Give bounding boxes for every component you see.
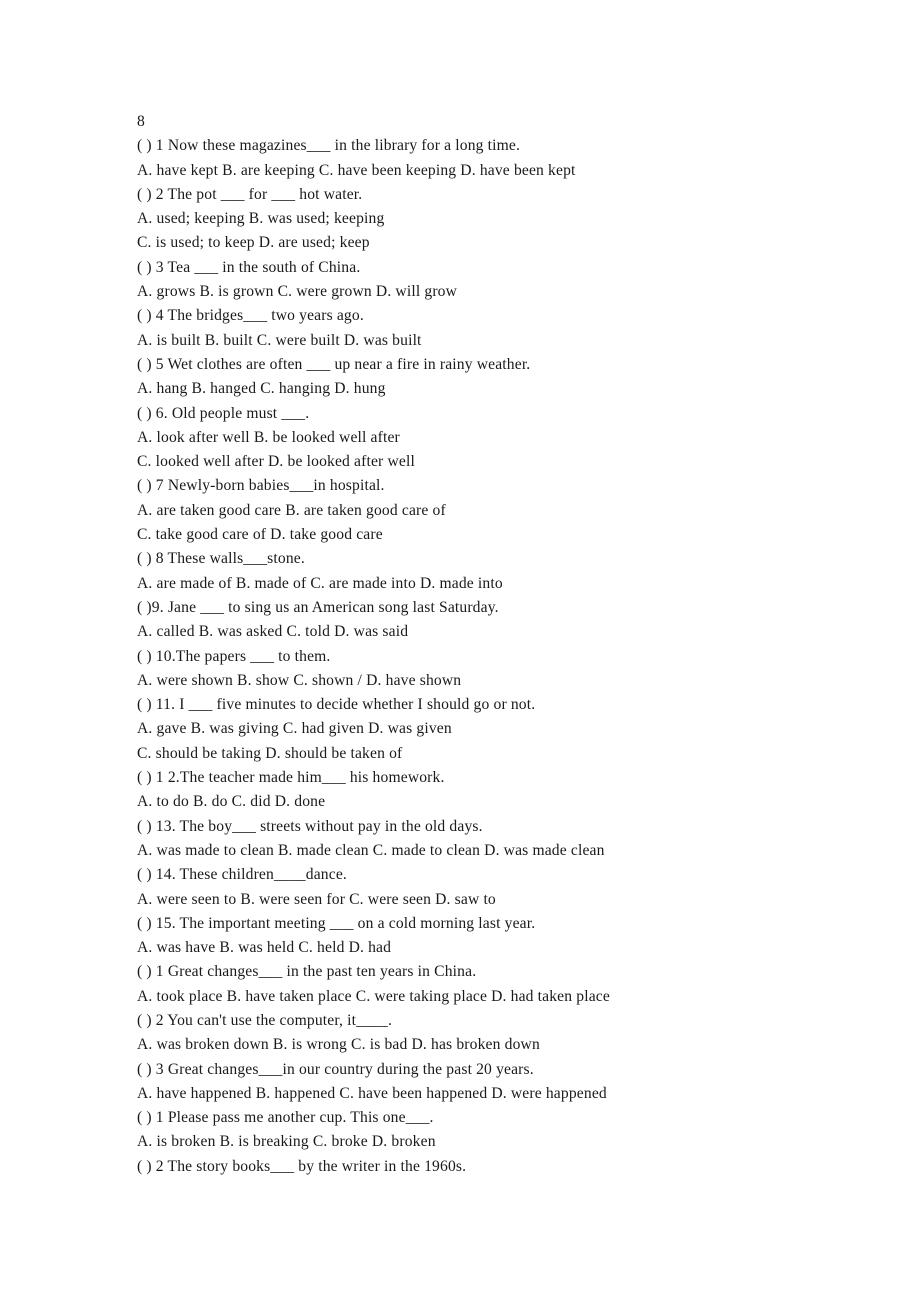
document-line: ( ) 15. The important meeting ___ on a c… <box>137 914 536 932</box>
document-line: A. hang B. hanged C. hanging D. hung <box>137 380 386 398</box>
document-page: 8 ( ) 1 Now these magazines___ in the li… <box>0 0 920 1302</box>
document-line: ( ) 2 You can't use the computer, it____… <box>137 1011 393 1029</box>
document-line: ( ) 8 These walls___stone. <box>137 550 305 568</box>
document-line: A. have happened B. happened C. have bee… <box>137 1084 607 1102</box>
document-line: A. were seen to B. were seen for C. were… <box>137 890 496 908</box>
document-line: ( ) 6. Old people must ___. <box>137 404 310 422</box>
document-line: ( ) 4 The bridges___ two years ago. <box>137 307 364 325</box>
document-line: A. to do B. do C. did D. done <box>137 793 326 811</box>
document-line: ( ) 2 The pot ___ for ___ hot water. <box>137 185 363 203</box>
document-line: A. were shown B. show C. shown / D. have… <box>137 671 462 689</box>
document-line: C. is used; to keep D. are used; keep <box>137 234 370 252</box>
document-line: ( ) 2 The story books___ by the writer i… <box>137 1157 467 1175</box>
document-line: A. called B. was asked C. told D. was sa… <box>137 623 409 641</box>
document-line: A. gave B. was giving C. had given D. wa… <box>137 720 452 738</box>
document-line: ( ) 5 Wet clothes are often ___ up near … <box>137 355 531 373</box>
document-line: ( ) 13. The boy___ streets without pay i… <box>137 817 483 835</box>
document-line: A. took place B. have taken place C. wer… <box>137 987 610 1005</box>
document-line: A. grows B. is grown C. were grown D. wi… <box>137 283 458 301</box>
question-list: ( ) 1 Now these magazines___ in the libr… <box>137 134 837 1179</box>
document-line: A. was made to clean B. made clean C. ma… <box>137 841 605 859</box>
document-line: ( ) 1 2.The teacher made him___ his home… <box>137 769 445 787</box>
document-line: A. was broken down B. is wrong C. is bad… <box>137 1036 540 1054</box>
document-line: C. take good care of D. take good care <box>137 526 383 544</box>
document-line: C. should be taking D. should be taken o… <box>137 744 403 762</box>
document-line: A. are made of B. made of C. are made in… <box>137 574 503 592</box>
document-line: ( ) 1 Please pass me another cup. This o… <box>137 1109 434 1127</box>
document-line: ( ) 1 Now these magazines___ in the libr… <box>137 137 521 155</box>
document-line: ( ) 7 Newly-born babies___in hospital. <box>137 477 385 495</box>
page-number: 8 <box>137 113 145 130</box>
document-line: A. used; keeping B. was used; keeping <box>137 210 385 228</box>
document-line: ( ) 1 Great changes___ in the past ten y… <box>137 963 477 981</box>
document-line: ( )9. Jane ___ to sing us an American so… <box>137 598 499 616</box>
document-line: A. is broken B. is breaking C. broke D. … <box>137 1133 436 1151</box>
document-text-body: 8 ( ) 1 Now these magazines___ in the li… <box>137 110 837 1179</box>
document-line: ( ) 11. I ___ five minutes to decide whe… <box>137 696 536 714</box>
document-line: ( ) 14. These children____dance. <box>137 866 347 884</box>
document-line: C. looked well after D. be looked after … <box>137 453 415 471</box>
document-line: A. are taken good care B. are taken good… <box>137 501 446 519</box>
document-line: ( ) 10.The papers ___ to them. <box>137 647 331 665</box>
document-line: ( ) 3 Tea ___ in the south of China. <box>137 258 361 276</box>
document-line: A. look after well B. be looked well aft… <box>137 428 400 446</box>
document-line: A. have kept B. are keeping C. have been… <box>137 161 576 179</box>
document-line: ( ) 3 Great changes___in our country dur… <box>137 1060 534 1078</box>
document-line: A. is built B. built C. were built D. wa… <box>137 331 422 349</box>
document-line: A. was have B. was held C. held D. had <box>137 939 392 957</box>
